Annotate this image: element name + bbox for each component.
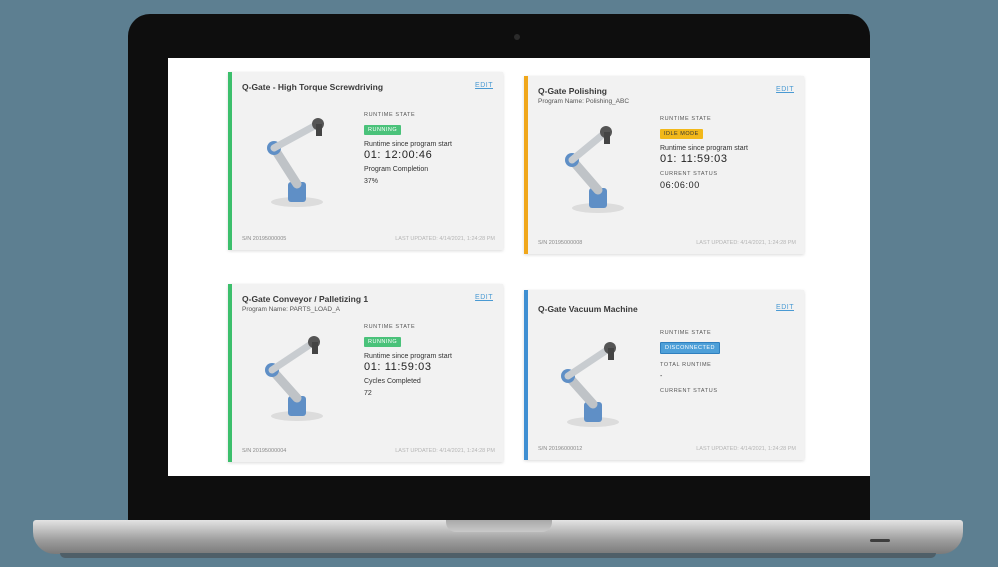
robot-arm-image xyxy=(267,118,324,207)
state-label: RUNTIME STATE xyxy=(364,112,416,118)
robot-arm-image xyxy=(565,126,624,213)
last-updated: LAST UPDATED: 4/14/2021, 1:24:28 PM xyxy=(696,446,796,452)
metric-value: 72 xyxy=(364,390,372,397)
status-badge: RUNNING xyxy=(364,125,402,135)
status-badge: IDLE MODE xyxy=(660,129,703,139)
laptop-base-shadow xyxy=(60,553,936,558)
card-footer: S/N 20195000008 LAST UPDATED: 4/14/2021,… xyxy=(538,240,796,246)
runtime-label: Runtime since program start xyxy=(364,353,452,360)
status-badge: DISCONNECTED xyxy=(660,342,721,354)
card-footer: S/N 20196000012 LAST UPDATED: 4/14/2021,… xyxy=(538,446,796,452)
dashboard-screen: Q-Gate - High Torque Screwdriving EDIT R… xyxy=(168,58,870,476)
edit-link[interactable]: EDIT xyxy=(475,294,493,301)
runtime-label: Runtime since program start xyxy=(660,145,748,152)
runtime-value: 01: 12:00:46 xyxy=(364,149,433,161)
serial-number: S/N 20196000012 xyxy=(538,446,583,452)
laptop-notch xyxy=(446,520,552,532)
runtime-label: TOTAL RUNTIME xyxy=(660,362,712,368)
card-title: Q-Gate Conveyor / Palletizing 1 xyxy=(242,294,369,304)
card-title: Q-Gate - High Torque Screwdriving xyxy=(242,82,384,92)
metric-value: 06:06:00 xyxy=(660,180,700,190)
card-title: Q-Gate Polishing xyxy=(538,86,607,96)
machine-card-polishing: Q-Gate Polishing Program Name: Polishing… xyxy=(524,76,804,254)
metric-label: Cycles Completed xyxy=(364,378,421,385)
last-updated: LAST UPDATED: 4/14/2021, 1:24:28 PM xyxy=(395,236,495,242)
metric-label: CURRENT STATUS xyxy=(660,171,718,177)
machine-card-screwdriving: Q-Gate - High Torque Screwdriving EDIT R… xyxy=(228,72,503,250)
machine-card-vacuum: Q-Gate Vacuum Machine EDIT RUNTIME STATE… xyxy=(524,290,804,460)
serial-number: S/N 20195000004 xyxy=(242,448,287,454)
card-footer: S/N 20195000005 LAST UPDATED: 4/14/2021,… xyxy=(242,236,495,242)
machine-card-conveyor: Q-Gate Conveyor / Palletizing 1 Program … xyxy=(228,284,503,462)
last-updated: LAST UPDATED: 4/14/2021, 1:24:28 PM xyxy=(395,448,495,454)
serial-number: S/N 20195000005 xyxy=(242,236,287,242)
webcam-icon xyxy=(514,34,520,40)
card-footer: S/N 20195000004 LAST UPDATED: 4/14/2021,… xyxy=(242,448,495,454)
robot-arm-image xyxy=(265,336,323,421)
metric-label: Program Completion xyxy=(364,166,429,173)
edit-link[interactable]: EDIT xyxy=(475,82,493,89)
card-info: RUNTIME STATE IDLE MODE Runtime since pr… xyxy=(660,114,800,190)
status-badge: RUNNING xyxy=(364,337,402,347)
metric-value: 37% xyxy=(364,178,379,185)
program-name: Program Name: Polishing_ABC xyxy=(538,98,630,105)
state-label: RUNTIME STATE xyxy=(660,330,712,336)
edit-link[interactable]: EDIT xyxy=(776,86,794,93)
metric-label: CURRENT STATUS xyxy=(660,388,718,394)
state-label: RUNTIME STATE xyxy=(364,324,416,330)
power-led-icon xyxy=(870,539,890,542)
card-info: RUNTIME STATE RUNNING Runtime since prog… xyxy=(364,322,504,397)
robot-arm-image xyxy=(561,342,619,427)
edit-link[interactable]: EDIT xyxy=(776,304,794,311)
runtime-value: - xyxy=(660,373,663,380)
serial-number: S/N 20195000008 xyxy=(538,240,583,246)
runtime-value: 01: 11:59:03 xyxy=(364,361,432,373)
program-name: Program Name: PARTS_LOAD_A xyxy=(242,306,341,313)
card-title: Q-Gate Vacuum Machine xyxy=(538,304,638,314)
state-label: RUNTIME STATE xyxy=(660,116,712,122)
runtime-value: 01: 11:59:03 xyxy=(660,153,728,165)
runtime-label: Runtime since program start xyxy=(364,141,452,148)
last-updated: LAST UPDATED: 4/14/2021, 1:24:28 PM xyxy=(696,240,796,246)
card-info: RUNTIME STATE RUNNING Runtime since prog… xyxy=(364,110,504,185)
card-info: RUNTIME STATE DISCONNECTED TOTAL RUNTIME… xyxy=(660,328,800,399)
